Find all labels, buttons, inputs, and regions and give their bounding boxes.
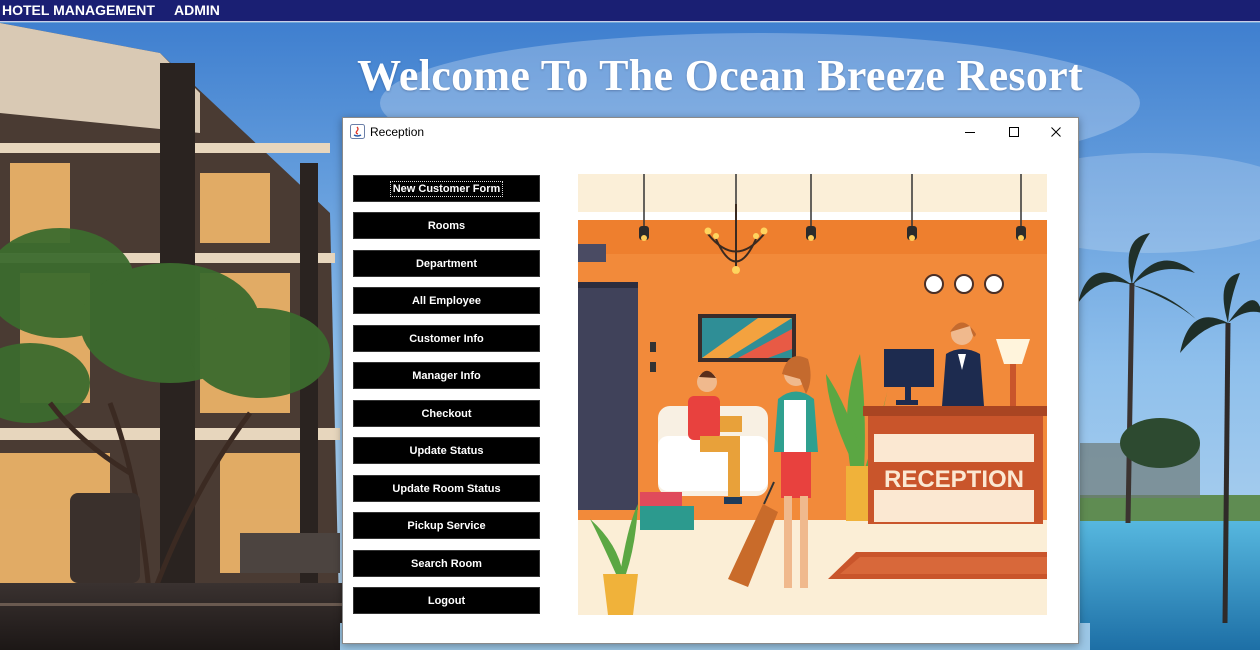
button-label: Customer Info	[409, 332, 484, 345]
customer-info-button[interactable]: Customer Info	[353, 325, 540, 352]
window-title: Reception	[370, 125, 425, 139]
update-status-button[interactable]: Update Status	[353, 437, 540, 464]
manager-info-button[interactable]: Manager Info	[353, 362, 540, 389]
maximize-button[interactable]	[992, 118, 1036, 146]
button-label: Update Room Status	[392, 482, 501, 495]
menu-bar: HOTEL MANAGEMENT ADMIN	[0, 0, 1260, 22]
reception-window: Reception New Customer Form Rooms Depart…	[342, 117, 1079, 644]
button-label: Logout	[427, 594, 466, 607]
button-label: Update Status	[409, 444, 484, 457]
department-button[interactable]: Department	[353, 250, 540, 277]
button-label: Search Room	[411, 557, 482, 570]
close-icon	[1051, 127, 1061, 137]
button-label: New Customer Form	[389, 180, 504, 197]
minimize-icon	[965, 132, 975, 133]
search-room-button[interactable]: Search Room	[353, 550, 540, 577]
button-label: Pickup Service	[407, 519, 486, 532]
logout-button[interactable]: Logout	[353, 587, 540, 614]
button-label: Rooms	[427, 219, 466, 232]
java-app-icon	[350, 124, 365, 139]
pickup-service-button[interactable]: Pickup Service	[353, 512, 540, 539]
button-label: Department	[415, 257, 478, 270]
minimize-button[interactable]	[948, 118, 992, 146]
update-room-status-button[interactable]: Update Room Status	[353, 475, 540, 502]
all-employee-button[interactable]: All Employee	[353, 287, 540, 314]
reception-sign-text: RECEPTION	[884, 466, 1024, 493]
close-button[interactable]	[1034, 118, 1078, 146]
checkout-button[interactable]: Checkout	[353, 400, 540, 427]
button-label: Manager Info	[412, 369, 481, 382]
reception-illustration: RECEPTION	[578, 174, 1047, 615]
rooms-button[interactable]: Rooms	[353, 212, 540, 239]
button-label: Checkout	[421, 407, 472, 420]
menu-hotel-management[interactable]: HOTEL MANAGEMENT	[2, 1, 155, 21]
maximize-icon	[1009, 127, 1019, 137]
button-label: All Employee	[411, 294, 482, 307]
new-customer-form-button[interactable]: New Customer Form	[353, 175, 540, 202]
welcome-heading: Welcome To The Ocean Breeze Resort	[357, 51, 1083, 100]
menu-admin[interactable]: ADMIN	[174, 1, 220, 21]
window-titlebar[interactable]: Reception	[343, 118, 1078, 146]
